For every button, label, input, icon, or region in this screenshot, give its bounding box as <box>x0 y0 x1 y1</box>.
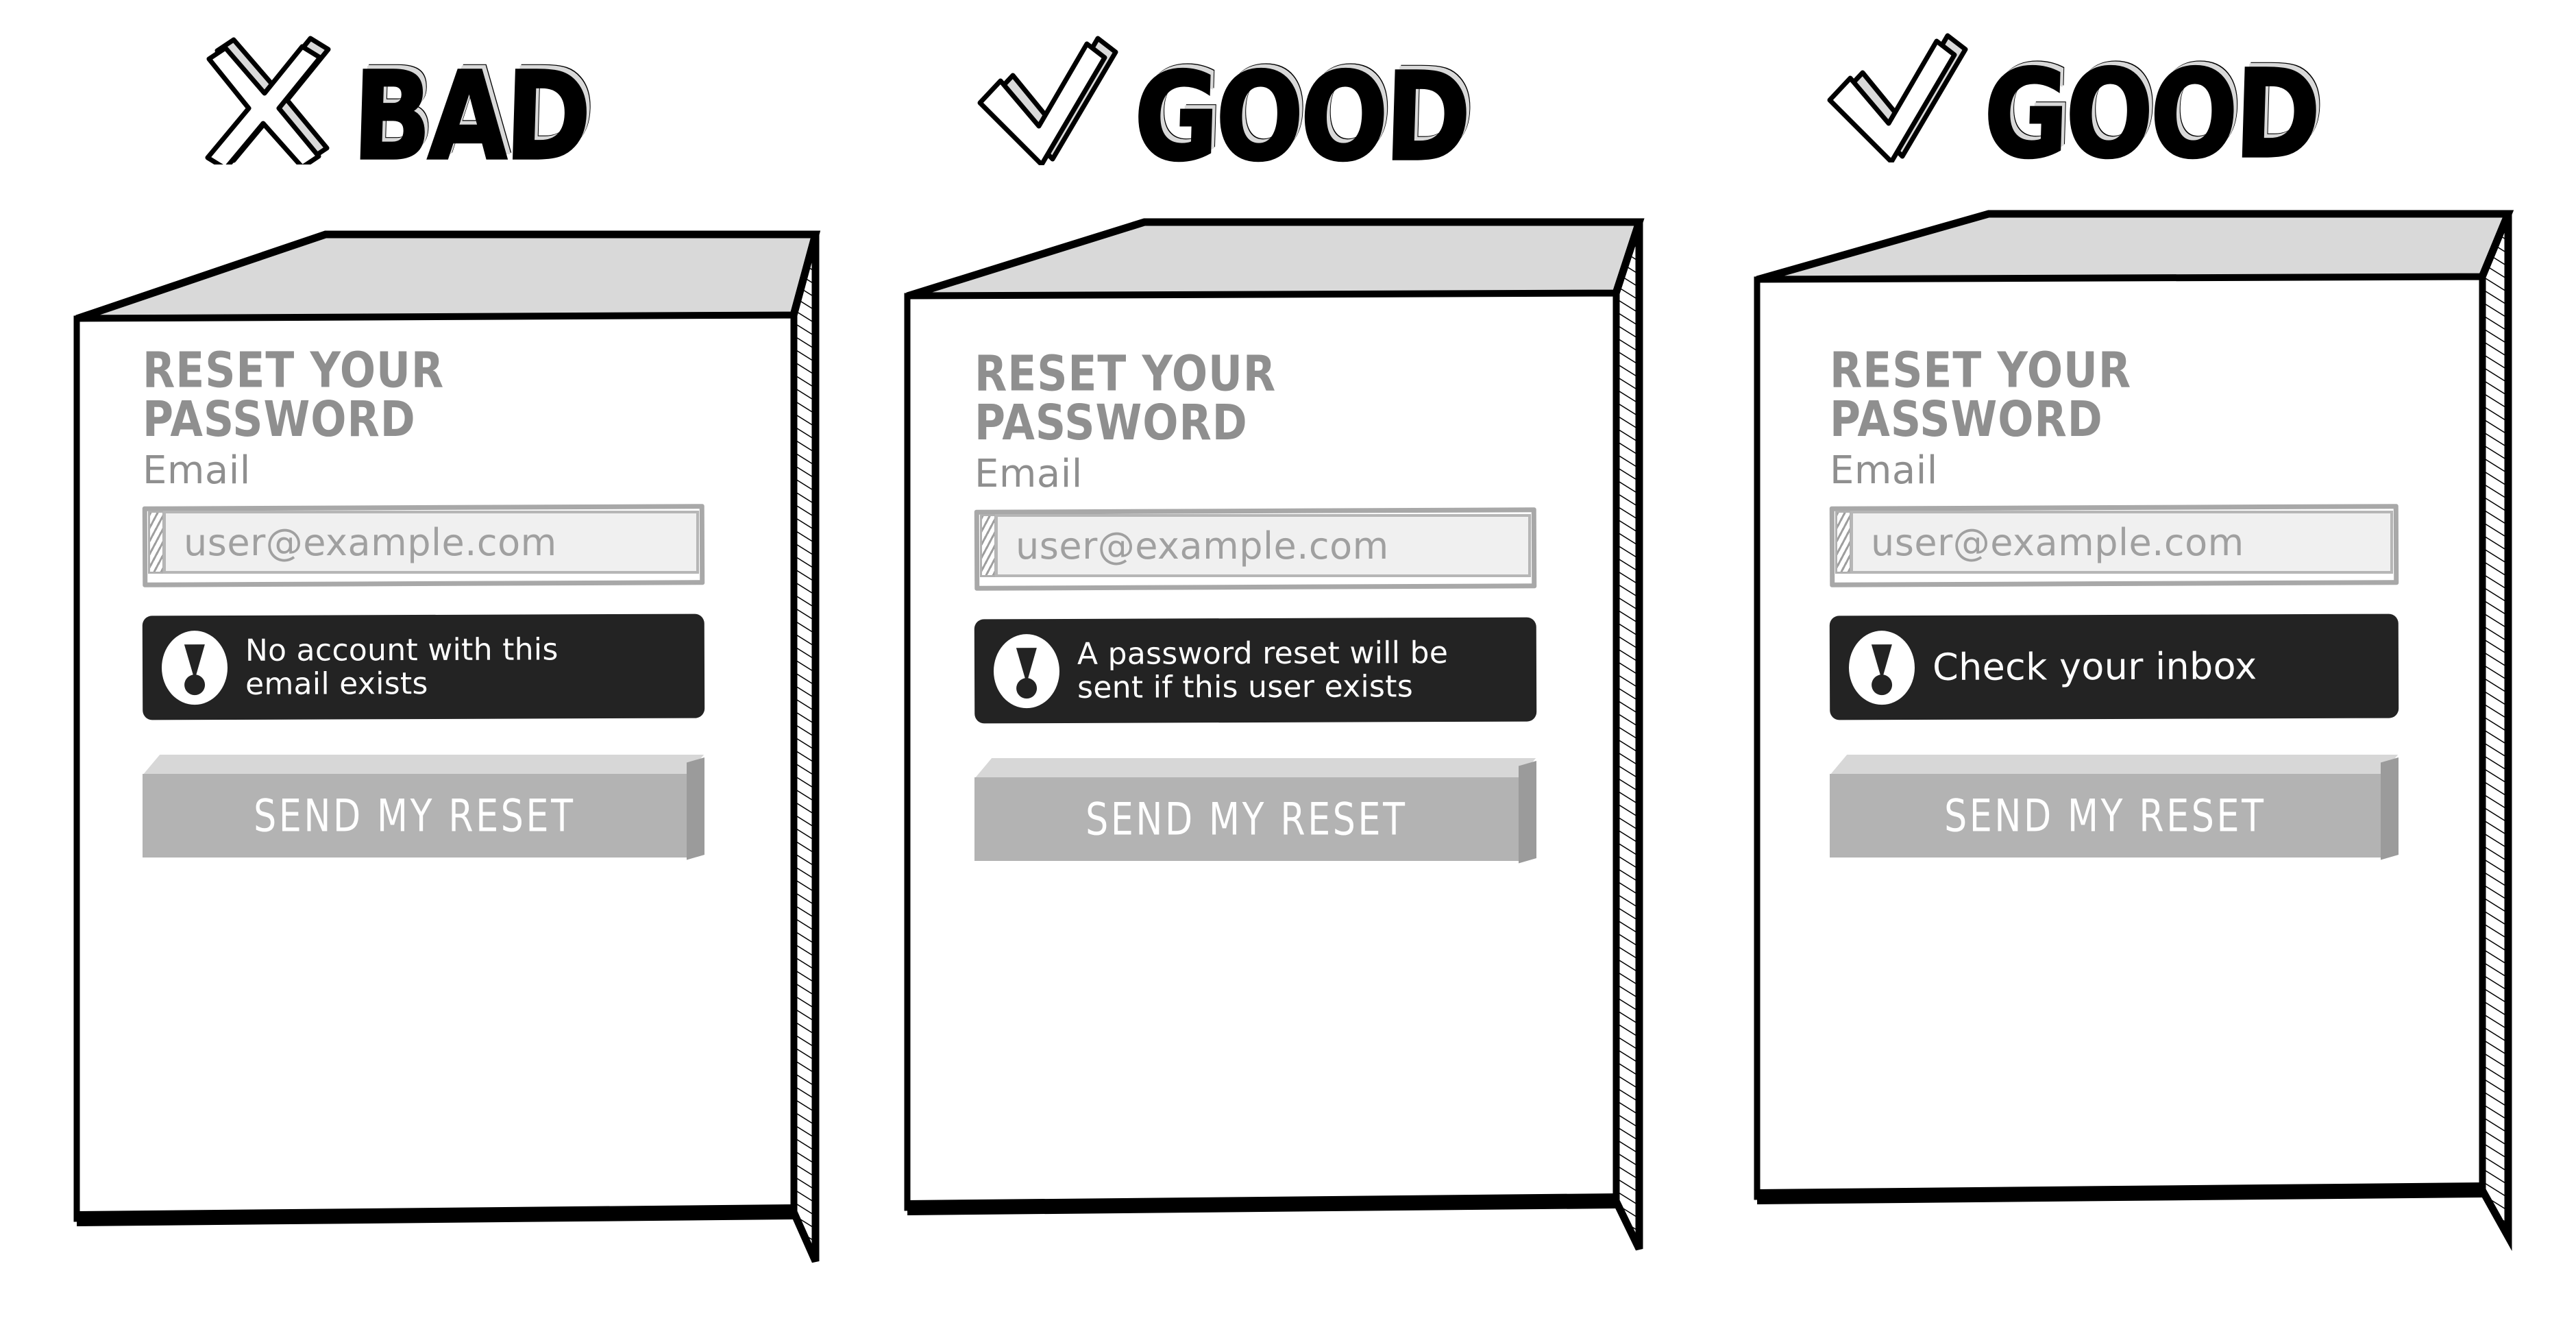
button-side-bevel <box>1519 761 1536 864</box>
send-my-reset-button[interactable]: SEND MY RESET <box>143 755 704 860</box>
status-banner-message: A password reset will be sent if this us… <box>1077 635 1449 705</box>
password-reset-card-bad: RESET YOUR PASSWORD Email user@example.c… <box>69 219 829 1302</box>
button-side-bevel <box>687 757 704 860</box>
password-reset-card-good-2: RESET YOUR PASSWORD Email user@example.c… <box>1747 206 2529 1302</box>
input-field-area[interactable]: user@example.com <box>163 511 699 574</box>
status-banner: No account with this email exists <box>142 613 705 720</box>
button-top-bevel <box>143 755 704 775</box>
verdict-good-2: GOOD <box>1823 29 2321 187</box>
email-input[interactable]: user@example.com <box>142 504 705 587</box>
verdict-label: GOOD <box>1980 44 2320 187</box>
email-input[interactable]: user@example.com <box>974 507 1537 591</box>
email-field-label: Email <box>1830 448 1938 493</box>
button-label: SEND MY RESET <box>254 789 576 842</box>
send-my-reset-button[interactable]: SEND MY RESET <box>1830 755 2399 860</box>
check-icon <box>973 32 1120 168</box>
cross-icon <box>202 34 339 171</box>
input-field-area[interactable]: user@example.com <box>1850 511 2393 574</box>
button-top-bevel <box>974 758 1536 779</box>
status-banner-message: Check your inbox <box>1932 644 2257 689</box>
email-field-label: Email <box>974 452 1083 496</box>
input-left-bevel-hatch <box>148 511 164 574</box>
page-title: RESET YOUR PASSWORD <box>143 342 445 448</box>
send-my-reset-button[interactable]: SEND MY RESET <box>974 758 1536 864</box>
verdict-good-1: GOOD <box>973 32 1471 190</box>
button-face[interactable]: SEND MY RESET <box>974 777 1519 861</box>
status-banner: A password reset will be sent if this us… <box>974 617 1537 724</box>
page-title: RESET YOUR PASSWORD <box>974 345 1277 452</box>
password-reset-card-good-1: RESET YOUR PASSWORD Email user@example.c… <box>898 212 1652 1302</box>
input-left-bevel-hatch <box>1835 511 1852 574</box>
button-side-bevel <box>2381 757 2399 860</box>
button-label: SEND MY RESET <box>1085 792 1408 846</box>
email-placeholder-text: user@example.com <box>184 520 557 564</box>
button-face[interactable]: SEND MY RESET <box>1830 774 2381 857</box>
exclamation-circle-icon <box>161 630 228 705</box>
button-label: SEND MY RESET <box>1944 789 2266 842</box>
verdict-bad: BAD <box>202 34 591 189</box>
status-banner-message: No account with this email exists <box>245 632 559 702</box>
button-face[interactable]: SEND MY RESET <box>143 774 687 857</box>
verdict-label: BAD <box>349 46 591 189</box>
exclamation-circle-icon <box>993 633 1060 709</box>
input-left-bevel-hatch <box>980 514 996 577</box>
button-top-bevel <box>1830 755 2399 775</box>
email-placeholder-text: user@example.com <box>1016 524 1389 568</box>
email-field-label: Email <box>143 448 251 493</box>
exclamation-circle-icon <box>1848 631 1915 705</box>
input-field-area[interactable]: user@example.com <box>995 514 1531 577</box>
check-icon <box>1823 29 1970 165</box>
email-input[interactable]: user@example.com <box>1829 504 2399 587</box>
email-placeholder-text: user@example.com <box>1871 520 2244 564</box>
verdict-label: GOOD <box>1131 47 1471 190</box>
status-banner: Check your inbox <box>1829 613 2399 720</box>
page-title: RESET YOUR PASSWORD <box>1830 342 2132 448</box>
